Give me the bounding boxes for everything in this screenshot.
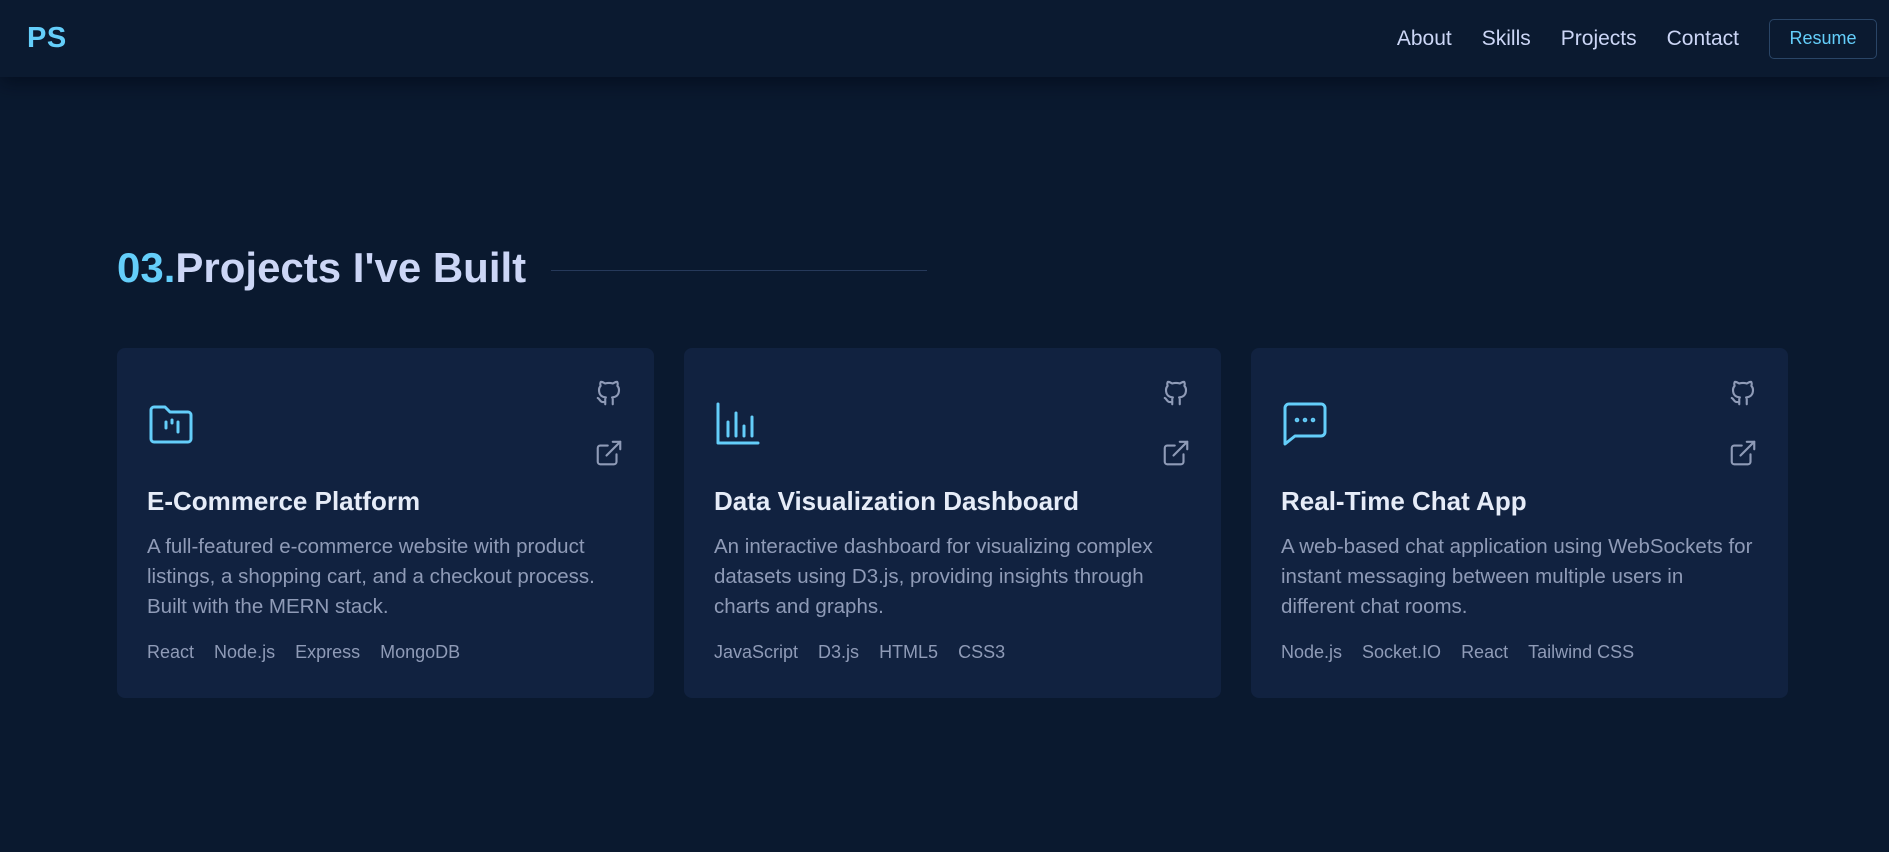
nav-link-skills[interactable]: Skills (1482, 27, 1531, 51)
tech-tags: React Node.js Express MongoDB (147, 642, 460, 663)
tech-tag: Tailwind CSS (1528, 642, 1635, 662)
tech-tag: React (1461, 642, 1509, 662)
tech-tag: CSS3 (958, 642, 1006, 662)
project-title[interactable]: Real-Time Chat App (1281, 486, 1527, 517)
section-title: Projects I've Built (175, 244, 527, 291)
section-number: 03. (117, 244, 176, 291)
tech-tag: JavaScript (714, 642, 799, 662)
nav-link-about[interactable]: About (1397, 27, 1452, 51)
nav-link-projects[interactable]: Projects (1561, 27, 1637, 51)
tech-tag: React (147, 642, 195, 662)
nav-link-contact[interactable]: Contact (1667, 27, 1739, 51)
project-cards: E-Commerce Platform A full-featured e-co… (117, 348, 1788, 698)
tech-tag: Express (295, 642, 361, 662)
project-card: Data Visualization Dashboard An interact… (684, 348, 1221, 698)
external-link-icon[interactable] (594, 438, 624, 468)
tech-tags: Node.js Socket.IO React Tailwind CSS (1281, 642, 1634, 663)
project-description: A web-based chat application using WebSo… (1281, 535, 1753, 618)
project-description: A full-featured e-commerce website with … (147, 535, 595, 618)
tech-tag: Socket.IO (1362, 642, 1442, 662)
project-description: An interactive dashboard for visualizing… (714, 535, 1153, 618)
github-icon[interactable] (1728, 378, 1758, 408)
external-link-icon[interactable] (1728, 438, 1758, 468)
tech-tags: JavaScript D3.js HTML5 CSS3 (714, 642, 1005, 663)
resume-button[interactable]: Resume (1769, 18, 1877, 59)
project-title[interactable]: E-Commerce Platform (147, 486, 420, 517)
external-link-icon[interactable] (1161, 438, 1191, 468)
tech-tag: HTML5 (879, 642, 939, 662)
navbar: PS About Skills Projects Contact Resume (0, 0, 1889, 77)
section-divider (551, 269, 928, 271)
github-icon[interactable] (594, 378, 624, 408)
nav-links: About Skills Projects Contact Resume (1397, 18, 1877, 59)
project-card: Real-Time Chat App A web-based chat appl… (1251, 348, 1788, 698)
logo[interactable]: PS (27, 22, 67, 55)
projects-section: 03. Projects I've Built (117, 240, 1787, 296)
github-icon[interactable] (1161, 378, 1191, 408)
project-card: E-Commerce Platform A full-featured e-co… (117, 348, 654, 698)
section-heading: 03. Projects I've Built (117, 240, 1787, 296)
bar-chart-icon (714, 400, 762, 448)
chat-bubble-icon (1281, 400, 1329, 448)
tech-tag: Node.js (214, 642, 276, 662)
project-title[interactable]: Data Visualization Dashboard (714, 486, 1079, 517)
tech-tag: D3.js (818, 642, 860, 662)
folder-icon (147, 400, 195, 448)
tech-tag: Node.js (1281, 642, 1343, 662)
tech-tag: MongoDB (380, 642, 461, 662)
